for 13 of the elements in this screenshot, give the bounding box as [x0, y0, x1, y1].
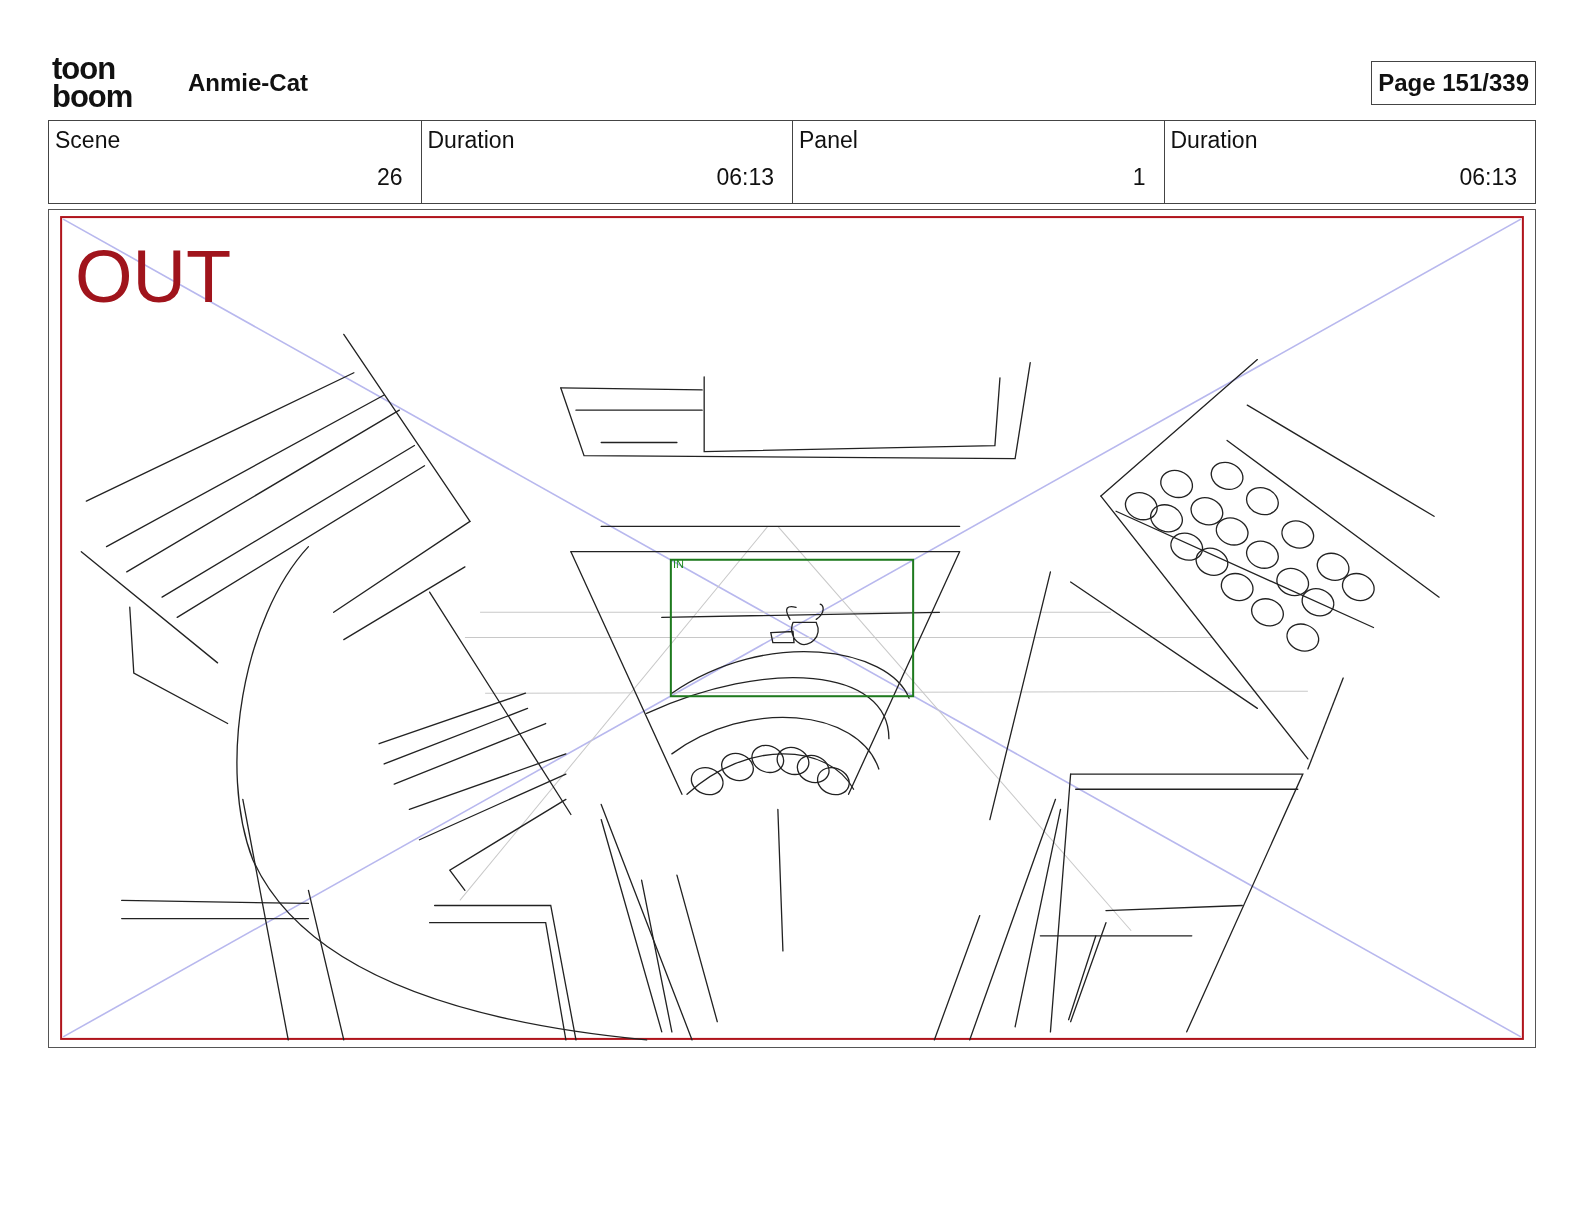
project-title: Anmie-Cat [188, 69, 309, 97]
in-frame-label: IN [673, 559, 684, 570]
field-value: 06:13 [715, 164, 774, 191]
field-value: 1 [1131, 164, 1146, 191]
toon-boom-logo: toon boom [52, 55, 134, 111]
out-frame-label: OUT [75, 240, 232, 314]
field-value: 06:13 [1458, 164, 1517, 191]
page-number: Page 151/339 [1371, 61, 1536, 105]
field-label: Panel [799, 127, 859, 154]
field-label: Scene [55, 127, 122, 154]
field-label: Duration [427, 127, 516, 154]
field-value: 26 [375, 164, 403, 191]
field-label: Duration [1170, 127, 1259, 154]
